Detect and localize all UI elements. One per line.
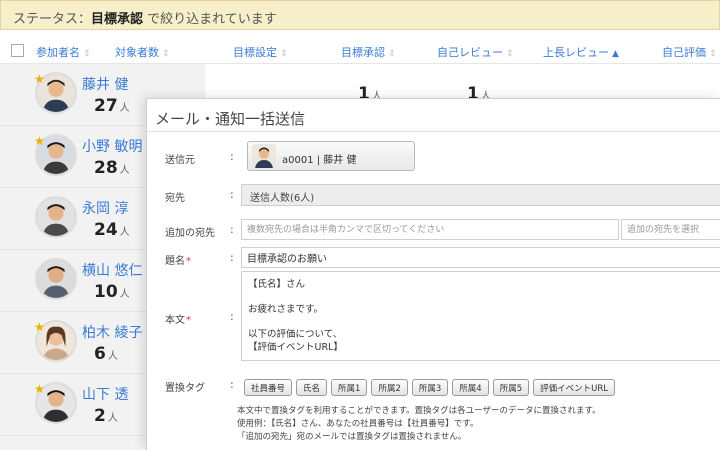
- column-header-target-count[interactable]: 対象者数 ⇕: [115, 44, 170, 60]
- sender-value: a0001 | 藤井 健: [282, 155, 357, 166]
- column-header-self-evaluation[interactable]: 自己評価 ⇕: [662, 44, 717, 60]
- avatar: [35, 258, 77, 300]
- participant-count: 24 人: [94, 220, 130, 240]
- body-textarea[interactable]: 【氏名】さん お疲れさまです。 以下の評価について、 【評価イベントURL】: [241, 271, 720, 361]
- participant-count: 6人: [94, 344, 118, 364]
- help-line: 「追加の宛先」宛のメールでは置換タグは置換されません。: [237, 432, 467, 442]
- tag-evaluation-url[interactable]: 評価イベントURL: [533, 379, 616, 396]
- participant-name[interactable]: 柏木 綾子: [82, 322, 142, 342]
- participant-count: 2人: [94, 406, 118, 426]
- sort-icon: ⇕: [709, 49, 717, 59]
- column-header-goal-approval[interactable]: 目標承認 ⇕: [341, 44, 396, 60]
- help-line: 使用例：【氏名】さん、あなたの社員番号は【社員番号】です。: [237, 419, 479, 429]
- status-prefix: ステータス：: [13, 12, 92, 27]
- sender-avatar: [252, 144, 276, 168]
- body-line: 【評価イベントURL】: [248, 341, 343, 353]
- cc-label: 追加の宛先: [165, 228, 215, 239]
- sort-icon: ⇕: [280, 49, 288, 59]
- column-header-manager-review[interactable]: 上長レビュー ▲: [543, 44, 619, 60]
- modal-title: メール・通知一括送信: [155, 110, 306, 128]
- participant-count: 27 人: [94, 96, 130, 116]
- star-icon: ★: [34, 72, 45, 86]
- participant-count: 28 人: [94, 158, 130, 178]
- participant-name[interactable]: 小野 敏明: [82, 136, 142, 156]
- tag-dept-5[interactable]: 所属5: [492, 379, 530, 396]
- tag-employee-number[interactable]: 社員番号: [244, 379, 293, 396]
- body-line: [248, 314, 714, 327]
- field-colon: :: [230, 223, 234, 236]
- sort-icon: ⇕: [162, 49, 170, 59]
- sort-icon: ⇕: [83, 49, 91, 59]
- required-mark: *: [186, 315, 191, 326]
- body-line: [248, 289, 714, 302]
- tag-dept-4[interactable]: 所属4: [452, 379, 489, 396]
- body-label: 本文*: [165, 315, 191, 326]
- avatar: [35, 196, 77, 238]
- star-icon: ★: [34, 382, 45, 396]
- cc-select[interactable]: [621, 219, 720, 240]
- tag-dept-3[interactable]: 所属3: [411, 379, 449, 396]
- table-header: 参加者名 ⇕ 対象者数 ⇕ 目標設定 ⇕ 目標承認 ⇕ 自己レビュー ⇕ 上長レビュー ▲ …: [0, 38, 720, 64]
- sender-label: 送信元: [165, 155, 195, 166]
- cc-input[interactable]: [241, 219, 619, 240]
- modal-divider: [147, 131, 720, 132]
- field-colon: :: [230, 378, 234, 391]
- sort-asc-icon: ▲: [612, 49, 619, 59]
- participant-name[interactable]: 永岡 淳: [82, 198, 128, 218]
- tag-name[interactable]: 氏名: [296, 379, 328, 396]
- field-colon: :: [230, 188, 234, 201]
- subject-input[interactable]: [241, 247, 720, 268]
- field-colon: :: [230, 150, 234, 163]
- sort-icon: ⇕: [388, 49, 396, 59]
- tags-label: 置換タグ: [165, 383, 205, 394]
- status-suffix: で絞り込まれています: [143, 12, 277, 27]
- status-value: 目標承認: [91, 12, 144, 27]
- star-icon: ★: [34, 134, 45, 148]
- participant-name[interactable]: 山下 透: [82, 384, 128, 404]
- column-header-goal-setting[interactable]: 目標設定 ⇕: [233, 44, 288, 60]
- help-line: 本文中で置換タグを利用することができます。置換タグは各ユーザーのデータに置換され…: [237, 406, 601, 416]
- filter-status-bar: ステータス：目標承認 で絞り込まれています: [0, 0, 720, 30]
- replacement-tags: 社員番号 氏名 所属1 所属2 所属3 所属4 所属5 評価イベントURL: [244, 376, 619, 396]
- participant-name[interactable]: 横山 悠仁: [82, 260, 142, 280]
- column-header-self-review[interactable]: 自己レビュー ⇕: [437, 44, 514, 60]
- recipient-field: 送信人数(6人): [241, 184, 720, 206]
- star-icon: ★: [34, 320, 45, 334]
- required-mark: *: [186, 256, 191, 267]
- subject-label: 題名*: [165, 256, 191, 267]
- select-all-checkbox[interactable]: [11, 44, 24, 57]
- participant-count: 10 人: [94, 282, 130, 302]
- recipient-label: 宛先: [165, 193, 185, 204]
- field-colon: :: [230, 310, 234, 323]
- participant-name[interactable]: 藤井 健: [82, 74, 128, 94]
- sender-chip[interactable]: a0001 | 藤井 健: [247, 141, 415, 171]
- body-line: 以下の評価について、: [248, 329, 343, 340]
- help-text: 本文中で置換タグを利用することができます。置換タグは各ユーザーのデータに置換され…: [237, 405, 601, 444]
- body-line: 【氏名】さん: [248, 279, 306, 290]
- tag-dept-1[interactable]: 所属1: [331, 379, 368, 396]
- bulk-send-modal: メール・通知一括送信 送信元 : a0001 | 藤井 健 宛先 : 送信人数(…: [146, 98, 720, 450]
- tag-dept-2[interactable]: 所属2: [371, 379, 408, 396]
- body-line: お疲れさまです。: [248, 304, 324, 315]
- column-header-participant[interactable]: 参加者名 ⇕: [36, 44, 91, 60]
- sort-icon: ⇕: [506, 49, 514, 59]
- field-colon: :: [230, 251, 234, 264]
